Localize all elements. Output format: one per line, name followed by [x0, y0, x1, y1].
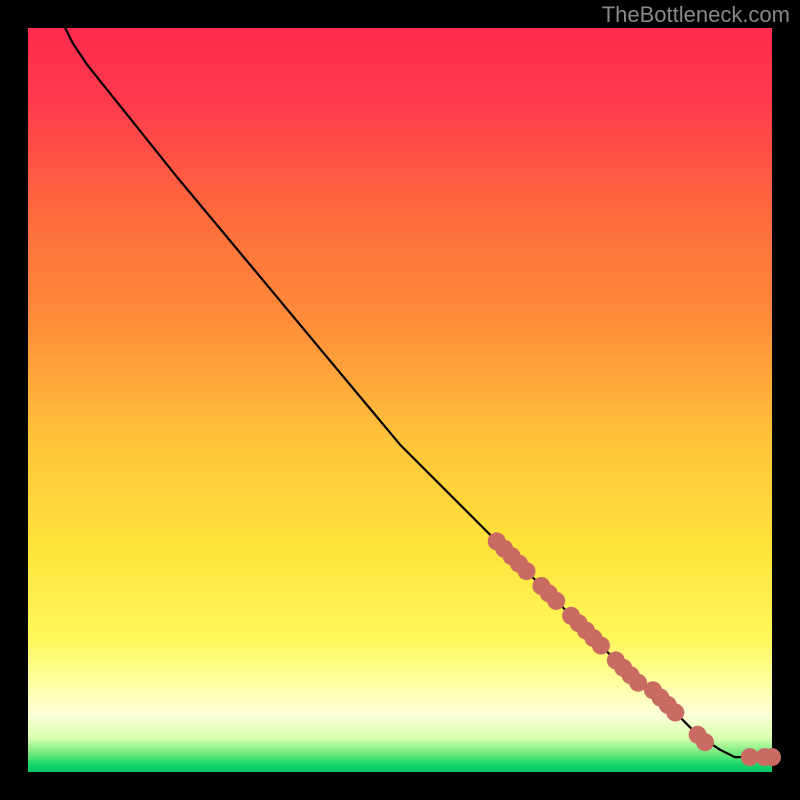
data-point: [547, 592, 565, 610]
chart-svg: [0, 0, 800, 800]
chart-stage: TheBottleneck.com: [0, 0, 800, 800]
data-point: [763, 748, 781, 766]
data-point: [592, 637, 610, 655]
plot-area: [28, 28, 772, 772]
data-point: [666, 704, 684, 722]
data-point: [696, 733, 714, 751]
watermark-text: TheBottleneck.com: [602, 2, 790, 28]
data-point: [518, 562, 536, 580]
